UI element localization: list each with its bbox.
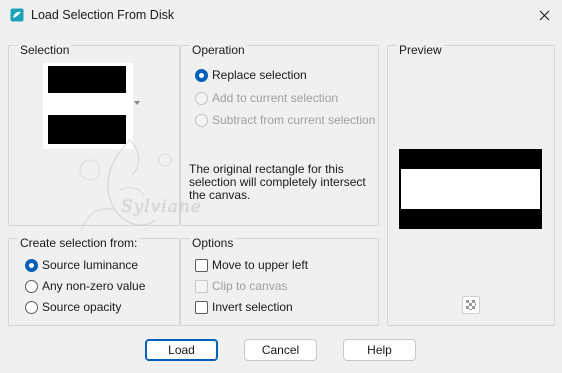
preview-group-label: Preview: [397, 43, 444, 57]
replace-selection-label: Replace selection: [212, 68, 307, 82]
subtract-selection-radio[interactable]: Subtract from current selection: [195, 112, 375, 128]
radio-indicator[interactable]: [25, 279, 38, 293]
close-button[interactable]: [526, 0, 562, 31]
load-button[interactable]: Load: [145, 339, 218, 361]
source-luminance-radio[interactable]: Source luminance: [25, 257, 138, 273]
invert-selection-checkbox[interactable]: Invert selection: [195, 299, 293, 315]
transparency-checker-button[interactable]: [462, 296, 480, 314]
add-to-selection-label: Add to current selection: [212, 91, 339, 105]
window-title: Load Selection From Disk: [31, 8, 175, 22]
source-opacity-radio[interactable]: Source opacity: [25, 299, 121, 315]
title-bar: Load Selection From Disk: [0, 0, 562, 31]
selection-group-label: Selection: [18, 43, 72, 57]
checkbox-box[interactable]: [195, 258, 208, 272]
operation-info-text: The original rectangle for this selectio…: [189, 162, 366, 202]
radio-indicator[interactable]: [25, 300, 38, 314]
dropdown-arrow-icon[interactable]: [134, 101, 140, 105]
clip-to-canvas-checkbox[interactable]: Clip to canvas: [195, 278, 287, 294]
add-to-selection-radio[interactable]: Add to current selection: [195, 90, 338, 106]
create-selection-group-label: Create selection from:: [18, 236, 140, 250]
radio-indicator[interactable]: [25, 258, 38, 272]
options-group-label: Options: [190, 236, 236, 250]
move-to-upper-left-checkbox[interactable]: Move to upper left: [195, 257, 308, 273]
help-button[interactable]: Help: [343, 339, 416, 361]
close-icon: [539, 10, 549, 21]
source-luminance-label: Source luminance: [42, 258, 139, 272]
clip-to-canvas-label: Clip to canvas: [212, 279, 288, 293]
invert-selection-label: Invert selection: [212, 300, 293, 314]
move-to-upper-left-label: Move to upper left: [212, 258, 309, 272]
checkbox-box[interactable]: [195, 279, 208, 293]
operation-group-label: Operation: [190, 43, 247, 57]
transparency-checker-icon: [466, 300, 476, 310]
cancel-button[interactable]: Cancel: [244, 339, 317, 361]
checkbox-box[interactable]: [195, 300, 208, 314]
radio-indicator[interactable]: [195, 68, 208, 82]
any-non-zero-value-label: Any non-zero value: [42, 279, 146, 293]
subtract-selection-label: Subtract from current selection: [212, 113, 376, 127]
source-opacity-label: Source opacity: [42, 300, 122, 314]
radio-indicator[interactable]: [195, 113, 208, 127]
preview-image: [399, 149, 542, 229]
selection-thumbnail[interactable]: [43, 63, 133, 149]
paintshop-icon: [10, 8, 24, 22]
any-non-zero-value-radio[interactable]: Any non-zero value: [25, 278, 145, 294]
replace-selection-radio[interactable]: Replace selection: [195, 67, 307, 83]
watermark-text: Sylviane: [121, 197, 202, 217]
radio-indicator[interactable]: [195, 91, 208, 105]
